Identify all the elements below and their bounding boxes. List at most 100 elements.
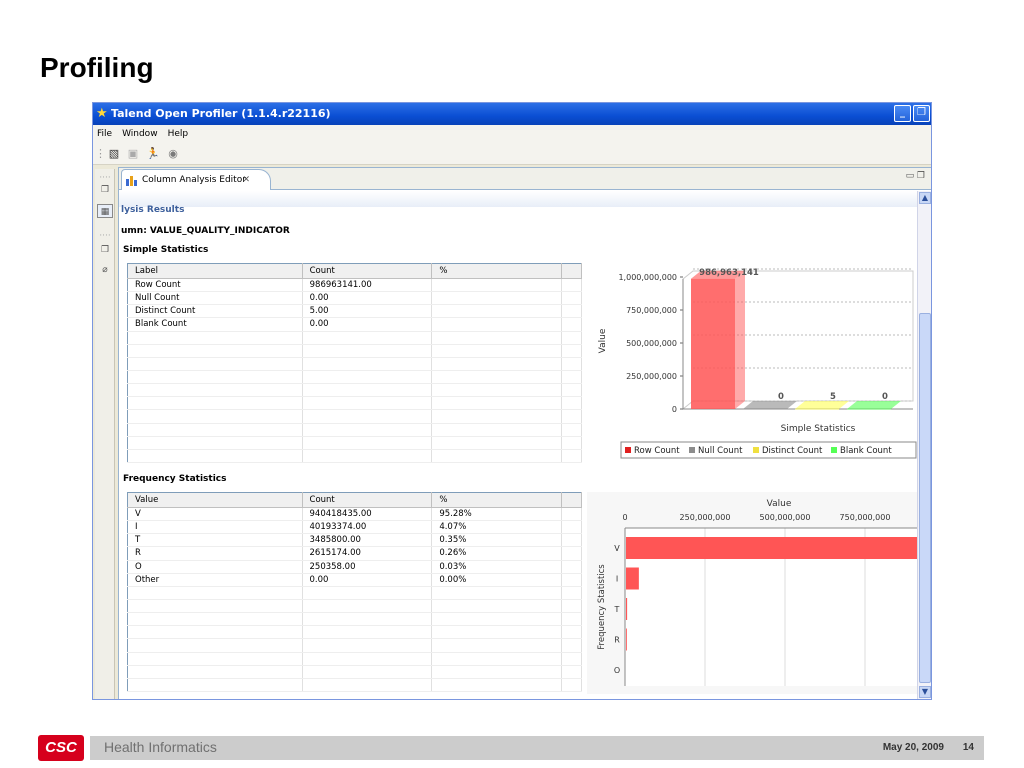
simple-statistics-chart-svg: 0 250,000,000 500,000,000 750,000,000 1,000,… [598,268,917,459]
legend-label: Blank Count [840,446,892,456]
table-cell: 940418435.00 [302,507,433,522]
empty-cell [127,625,303,640]
scroll-thumb[interactable] [919,313,931,683]
window-titlebar[interactable]: ★ Talend Open Profiler (1.1.4.r22116) _ … [93,103,931,125]
frequency-statistics-chart-svg: Value 0 250,000,000 500,000,000 750,000,000 F… [587,492,917,694]
eye-icon[interactable]: ◉ [166,147,180,161]
table-row[interactable]: V 940418435.00 95.28% [127,507,582,522]
table-cell: 4.07% [431,520,563,535]
csc-logo: CSC [38,735,84,761]
empty-cell [561,546,582,561]
empty-cell [127,344,303,358]
menu-window[interactable]: Window [122,129,158,139]
scroll-down-icon[interactable]: ▼ [919,686,931,698]
empty-cell [127,370,303,385]
empty-cell [561,370,582,385]
empty-cell [127,423,303,437]
page-number: 14 [962,742,974,753]
chart-tab-icon [126,176,137,186]
slide-footer: Health Informatics May 20, 2009 14 [90,736,984,760]
y-tick-label: T [614,605,620,614]
new-icon[interactable]: ▧ [107,147,121,161]
empty-cell [561,344,582,358]
editor-tabstrip: Column Analysis Editor ✕ ▭ ❐ [119,168,931,190]
tab-column-analysis-editor[interactable]: Column Analysis Editor ✕ [121,169,271,190]
table-cell: 0.03% [431,560,563,574]
tag-icon[interactable]: ⌀ [97,263,113,277]
empty-cell [431,331,563,345]
analysis-results-title: lysis Results [121,205,185,215]
empty-cell [127,678,303,693]
empty-cell [561,612,582,627]
empty-cell [302,638,433,653]
table-cell: 40193374.00 [302,520,433,535]
bar [743,409,787,410]
column-header-filler [561,263,582,279]
legend-swatch [625,447,631,453]
restore-view-icon[interactable]: ❐ [97,183,113,197]
simple-statistics-title: Simple Statistics [123,245,209,255]
empty-cell [431,652,563,666]
table-row[interactable]: Other 0.00 0.00% [127,573,582,587]
menu-help[interactable]: Help [168,129,189,139]
empty-cell [431,625,563,640]
restore-button[interactable]: ❐ [913,105,930,122]
app-star-icon: ★ [96,106,108,121]
table-cell: 0.35% [431,533,563,548]
table-row[interactable]: Distinct Count 5.00 [127,304,582,319]
column-header[interactable]: % [431,492,563,508]
empty-cell [561,317,582,332]
table-row[interactable]: T 3485800.00 0.35% [127,533,582,548]
restore-view-icon-2[interactable]: ❐ [97,243,113,257]
vertical-scrollbar[interactable]: ▲ ▼ [917,191,931,699]
empty-table-row [127,599,582,614]
empty-cell [561,278,582,293]
editor-window-controls[interactable]: ▭ ❐ [906,171,925,181]
table-cell: Null Count [127,291,303,306]
table-cell: Distinct Count [127,304,303,319]
table-row[interactable]: Row Count 986963141.00 [127,278,582,293]
empty-cell [431,612,563,627]
empty-cell [561,436,582,450]
dq-repository-icon[interactable]: ▦ [97,204,113,218]
table-row[interactable]: O 250358.00 0.03% [127,560,582,574]
empty-cell [431,396,563,411]
frequency-statistics-table[interactable]: Value Count % V 940418435.00 95.28% I 401933… [127,492,582,693]
y-tick-label: R [614,636,620,645]
run-icon[interactable]: 🏃 [146,147,160,161]
trim-grip-icon-2: ···· [99,231,111,241]
empty-cell [561,586,582,600]
empty-table-row [127,586,582,600]
empty-cell [302,331,433,345]
scroll-up-icon[interactable]: ▲ [919,192,931,204]
empty-cell [127,665,303,679]
empty-table-row [127,409,582,424]
table-cell: 3485800.00 [302,533,433,548]
empty-cell [561,599,582,614]
empty-cell [561,652,582,666]
bar [626,598,628,620]
empty-cell [561,357,582,371]
table-row[interactable]: Blank Count 0.00 [127,317,582,332]
table-row[interactable]: Null Count 0.00 [127,291,582,306]
column-header[interactable]: Value [127,492,303,508]
legend-swatch [689,447,695,453]
x-tick-label: 500,000,000 [760,513,811,522]
table-cell [431,317,563,332]
empty-cell [127,409,303,424]
x-tick-label: 0 [622,513,627,522]
minimize-button[interactable]: _ [894,105,911,122]
column-header[interactable]: Label [127,263,303,279]
column-header[interactable]: Count [302,263,433,279]
menu-file[interactable]: File [97,129,112,139]
column-header[interactable]: % [431,263,563,279]
empty-cell [431,344,563,358]
footer-text: Health Informatics [104,739,217,755]
table-row[interactable]: R 2615174.00 0.26% [127,546,582,561]
save-icon[interactable]: ▣ [126,147,140,161]
table-row[interactable]: I 40193374.00 4.07% [127,520,582,535]
column-header[interactable]: Count [302,492,433,508]
y-axis-label: Frequency Statistics [597,564,607,650]
simple-statistics-table[interactable]: Label Count % Row Count 986963141.00 Null … [127,263,582,464]
close-tab-icon[interactable]: ✕ [242,170,250,190]
